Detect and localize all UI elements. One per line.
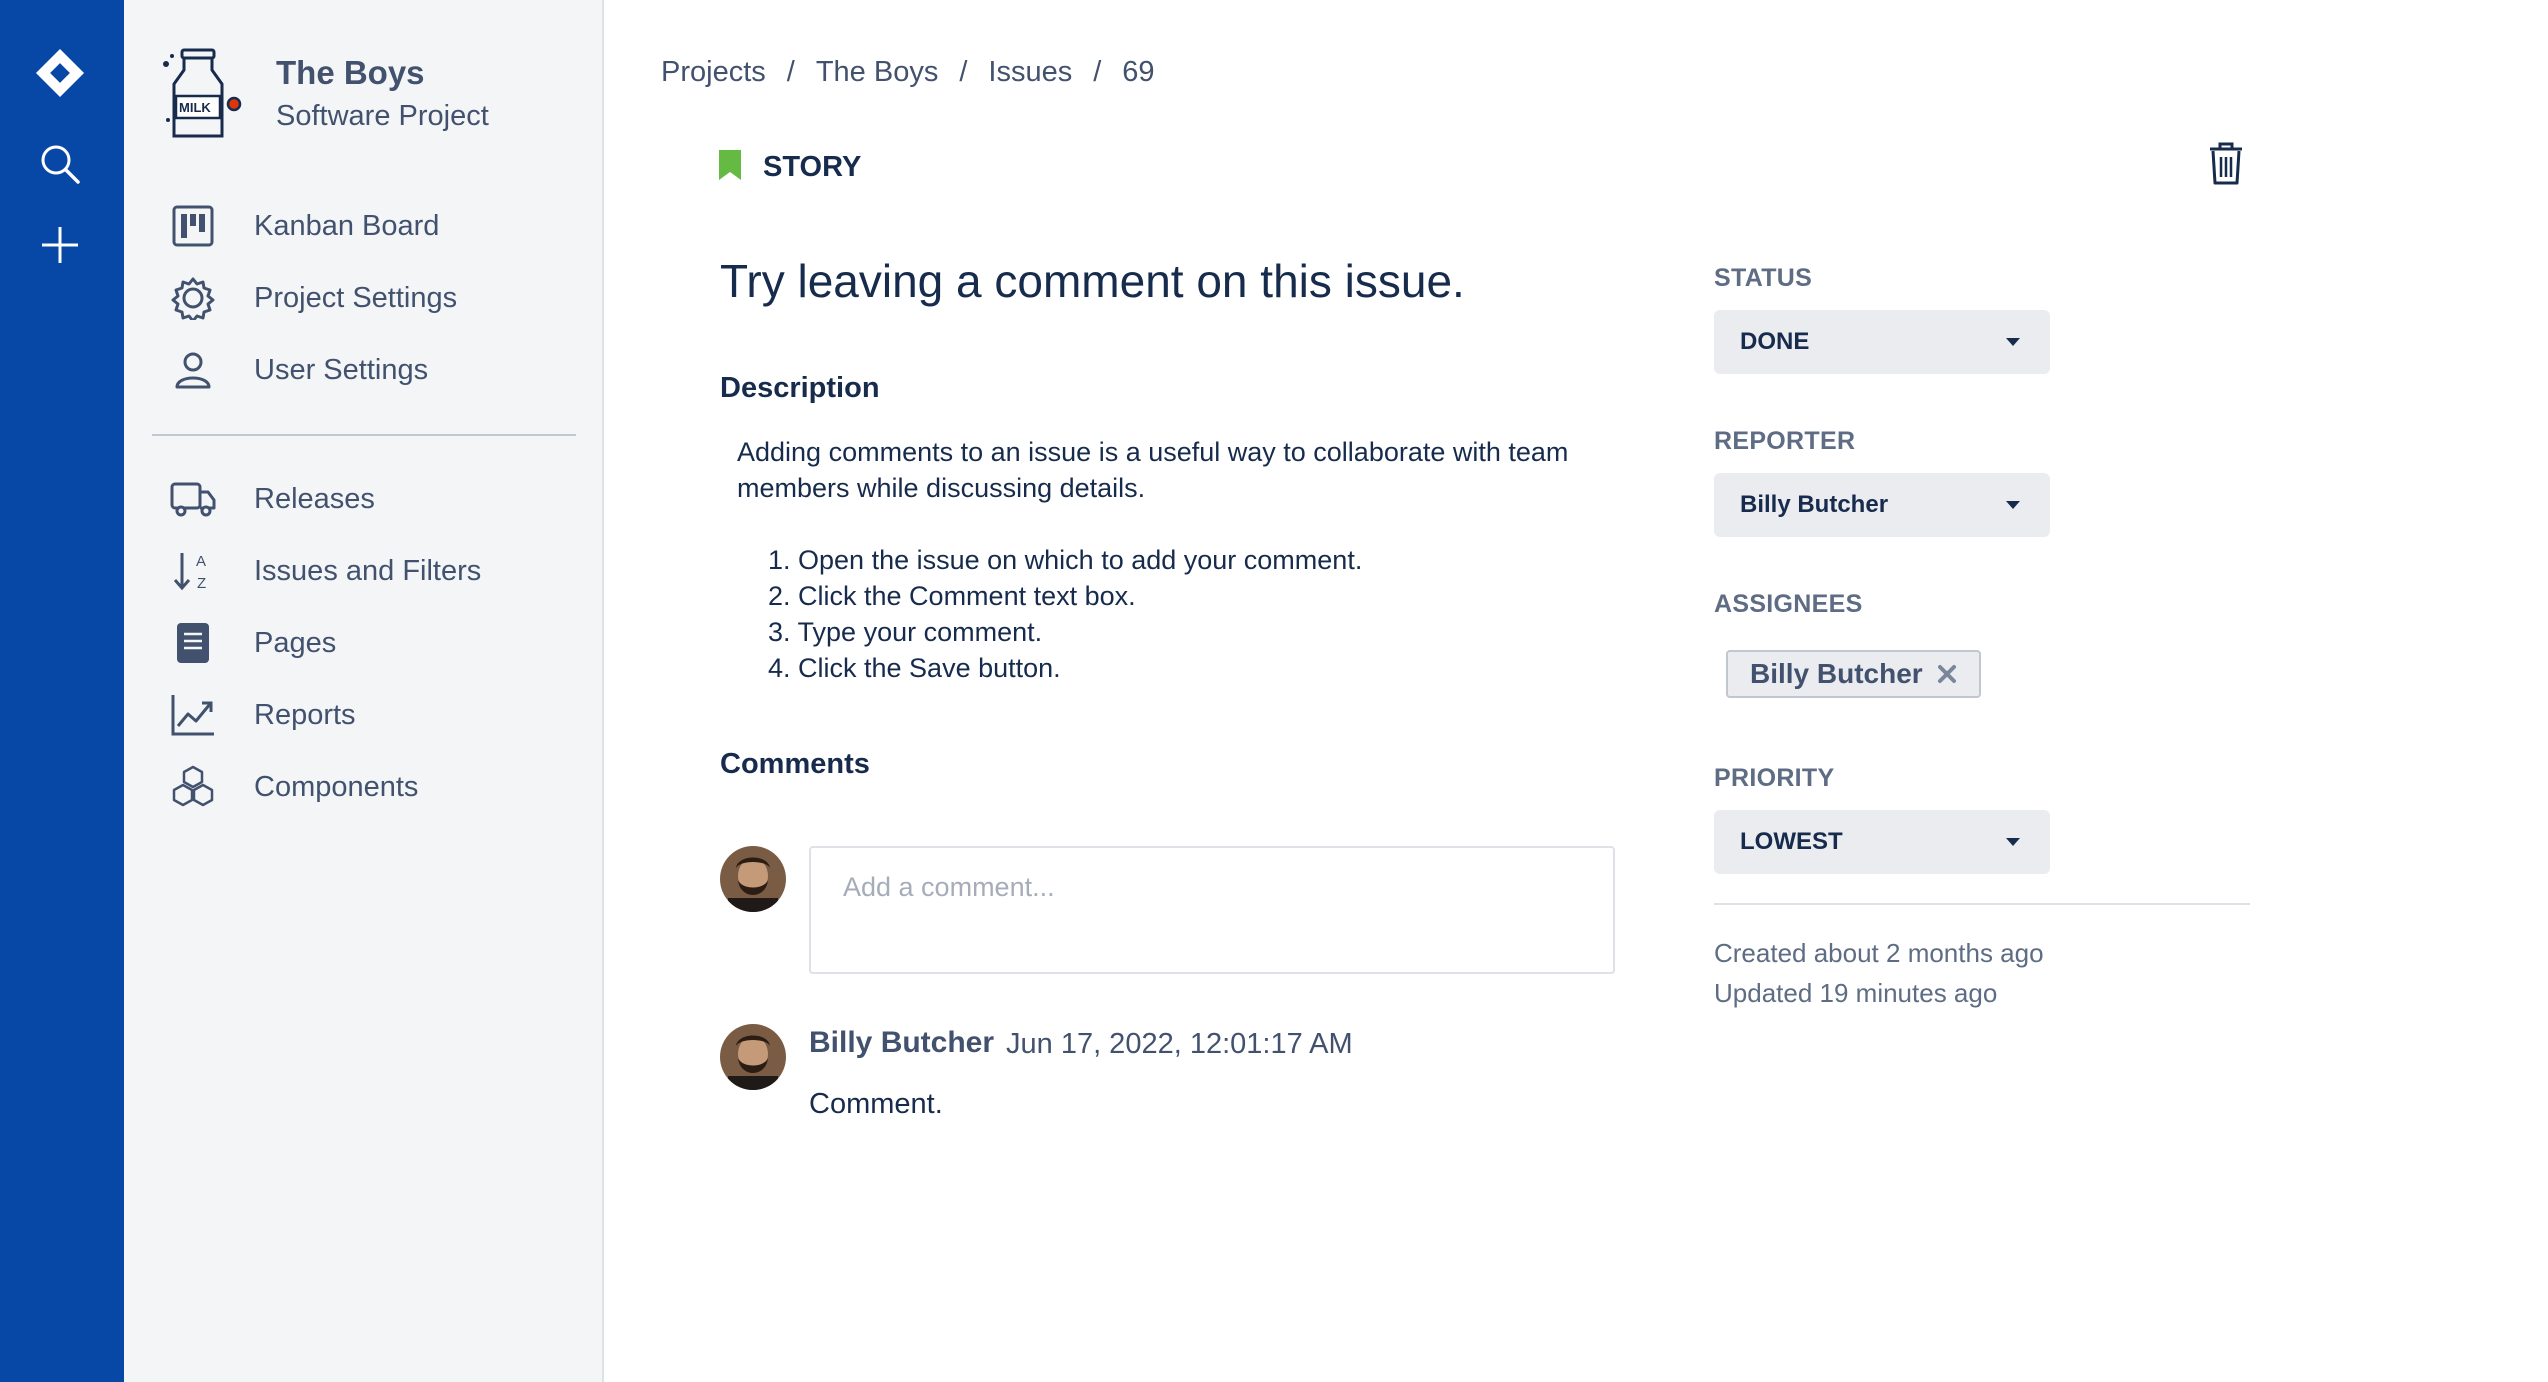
- comments-heading: Comments: [720, 748, 870, 780]
- delete-issue-trash-icon[interactable]: [2204, 140, 2248, 186]
- list-item: 4. Click the Save button.: [768, 653, 1061, 683]
- sidebar-item-label: Components: [254, 770, 419, 803]
- jira-logo-icon[interactable]: [30, 43, 90, 103]
- svg-text:A: A: [196, 553, 206, 570]
- sidebar-item-kanban-board[interactable]: Kanban Board: [170, 198, 570, 254]
- breadcrumb-issue-id: 69: [1122, 56, 1155, 88]
- comment-date: Jun 17, 2022, 12:01:17 AM: [1006, 1028, 1353, 1060]
- breadcrumb-project[interactable]: The Boys: [816, 56, 939, 89]
- project-type: Software Project: [276, 100, 489, 132]
- global-nav-rail: [0, 0, 124, 1382]
- list-item: 1. Open the issue on which to add your c…: [768, 545, 1363, 575]
- description-steps-list[interactable]: 1. Open the issue on which to add your c…: [768, 542, 1362, 686]
- updated-timestamp: Updated 19 minutes ago: [1714, 978, 1998, 1008]
- sidebar-item-label: Reports: [254, 698, 356, 731]
- list-item: 2. Click the Comment text box.: [768, 581, 1136, 611]
- sidebar-item-releases[interactable]: Releases: [170, 471, 570, 527]
- breadcrumb: Projects / The Boys / Issues / 69: [661, 56, 1155, 89]
- description-text[interactable]: Adding comments to an issue is a useful …: [737, 434, 1597, 506]
- avatar: [720, 846, 786, 912]
- priority-label: PRIORITY: [1714, 764, 1835, 792]
- reporter-label: REPORTER: [1714, 427, 1856, 455]
- story-bookmark-icon: [717, 148, 743, 187]
- assignees-label: ASSIGNEES: [1714, 590, 1863, 618]
- description-heading: Description: [720, 372, 880, 404]
- breadcrumb-separator: /: [1093, 56, 1102, 88]
- sidebar-item-label: Issues and Filters: [254, 554, 482, 587]
- reporter-value: Billy Butcher: [1740, 491, 1889, 518]
- status-dropdown[interactable]: DONE: [1714, 310, 2050, 374]
- sidebar-item-label: Kanban Board: [254, 209, 440, 242]
- add-comment-input[interactable]: [809, 846, 1615, 974]
- sidebar-divider: [152, 434, 576, 436]
- status-value: DONE: [1740, 328, 1810, 355]
- sidebar-item-issues-and-filters[interactable]: A Z Issues and Filters: [170, 543, 570, 599]
- project-logo-milk-icon: MILK: [162, 46, 242, 142]
- sidebar-item-user-settings[interactable]: User Settings: [170, 342, 570, 398]
- sidebar-item-label: Pages: [254, 626, 337, 659]
- sidebar-item-label: Project Settings: [254, 281, 458, 314]
- issue-title[interactable]: Try leaving a comment on this issue.: [720, 254, 1465, 308]
- project-logo-text: MILK: [179, 100, 211, 115]
- issue-type-label: STORY: [763, 151, 862, 183]
- search-icon[interactable]: [30, 134, 90, 194]
- breadcrumb-separator: /: [786, 56, 795, 88]
- truck-icon: [170, 476, 216, 522]
- user-icon: [170, 347, 216, 393]
- sort-az-icon: A Z: [170, 548, 216, 594]
- gear-icon: [170, 275, 216, 321]
- project-sidebar: MILK The Boys Software Project Kanban Bo…: [124, 0, 604, 1382]
- cubes-icon: [170, 764, 216, 810]
- sidebar-item-project-settings[interactable]: Project Settings: [170, 270, 570, 326]
- project-name: The Boys: [276, 54, 425, 91]
- create-plus-icon[interactable]: [30, 215, 90, 275]
- issue-type-selector[interactable]: STORY: [717, 148, 861, 187]
- sidebar-item-pages[interactable]: Pages: [170, 615, 570, 671]
- remove-assignee-close-icon[interactable]: [1935, 662, 1959, 686]
- list-item: 3. Type your comment.: [768, 617, 1043, 647]
- chart-icon: [170, 692, 216, 738]
- sidebar-item-label: Releases: [254, 482, 375, 515]
- priority-dropdown[interactable]: LOWEST: [1714, 810, 2050, 874]
- chevron-down-icon: [2006, 338, 2020, 346]
- sidebar-item-reports[interactable]: Reports: [170, 687, 570, 743]
- sidebar-item-label: User Settings: [254, 353, 429, 386]
- created-timestamp: Created about 2 months ago: [1714, 938, 2044, 968]
- assignee-chip[interactable]: Billy Butcher: [1726, 650, 1981, 698]
- assignee-name: Billy Butcher: [1750, 658, 1923, 689]
- avatar: [720, 1024, 786, 1090]
- chevron-down-icon: [2006, 838, 2020, 846]
- sidebar-item-components[interactable]: Components: [170, 759, 570, 815]
- comment-author: Billy Butcher: [809, 1026, 995, 1059]
- page-icon: [170, 620, 216, 666]
- breadcrumb-projects[interactable]: Projects: [661, 56, 766, 89]
- board-icon: [170, 203, 216, 249]
- breadcrumb-issues[interactable]: Issues: [988, 56, 1072, 89]
- status-label: STATUS: [1714, 264, 1813, 292]
- breadcrumb-separator: /: [959, 56, 968, 88]
- svg-text:Z: Z: [197, 575, 206, 592]
- details-divider: [1714, 903, 2250, 905]
- chevron-down-icon: [2006, 501, 2020, 509]
- reporter-dropdown[interactable]: Billy Butcher: [1714, 473, 2050, 537]
- priority-value: LOWEST: [1740, 828, 1843, 855]
- comment-body: Comment.: [809, 1088, 943, 1120]
